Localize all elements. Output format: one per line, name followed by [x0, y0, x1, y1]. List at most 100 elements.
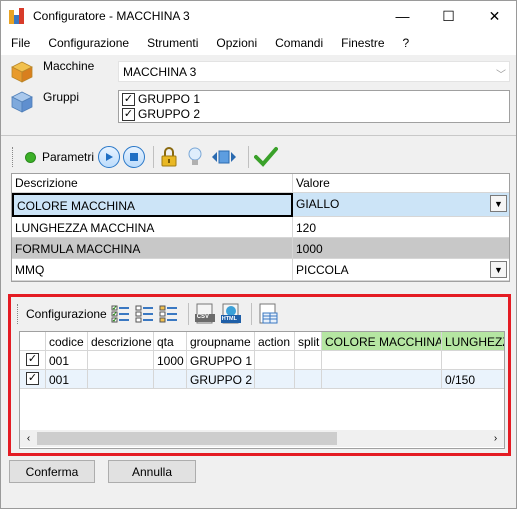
config-grid: codice descrizione qta groupname action …: [19, 331, 505, 449]
column-header-qta[interactable]: qta: [154, 332, 187, 351]
groups-checklist: ✓ GRUPPO 1 ✓ GRUPPO 2: [118, 90, 510, 123]
group-item[interactable]: ✓ GRUPPO 1: [119, 92, 509, 106]
table-row[interactable]: ✓ 001 1000 GRUPPO 1: [20, 351, 504, 370]
param-description[interactable]: LUNGHEZZA MACCHINA: [12, 217, 293, 238]
table-row[interactable]: LUNGHEZZA MACCHINA 120: [12, 217, 509, 238]
config-toolbar: Configurazione CSV HTML: [14, 300, 505, 328]
config-grid-header: codice descrizione qta groupname action …: [20, 332, 504, 351]
scroll-right-icon[interactable]: ›: [487, 433, 504, 444]
column-header-colore-macchina[interactable]: COLORE MACCHINA: [322, 332, 442, 351]
cell-colore-macchina[interactable]: [322, 370, 442, 389]
menu-configurazione[interactable]: Configurazione: [39, 36, 138, 50]
play-button[interactable]: [98, 146, 121, 168]
horizontal-scrollbar[interactable]: ‹ ›: [20, 430, 504, 447]
configuration-inner: Configurazione CSV HTML codice descrizio…: [14, 299, 505, 450]
param-description[interactable]: FORMULA MACCHINA: [12, 238, 293, 259]
cell-split[interactable]: [295, 370, 322, 389]
menu-bar: File Configurazione Strumenti Opzioni Co…: [1, 31, 516, 55]
cancel-button[interactable]: Annulla: [108, 460, 196, 483]
checkmark-icon[interactable]: [254, 146, 279, 168]
group-item[interactable]: ✓ GRUPPO 2: [119, 107, 509, 121]
menu-finestre[interactable]: Finestre: [332, 36, 393, 50]
param-description[interactable]: MMQ: [12, 259, 293, 281]
row-checkbox[interactable]: ✓: [26, 353, 39, 366]
stop-button[interactable]: [123, 146, 146, 168]
lightbulb-icon[interactable]: [185, 146, 205, 168]
cell-qta[interactable]: 1000: [154, 351, 187, 370]
window-title: Configuratore - MACCHINA 3: [33, 9, 190, 23]
column-header-valore[interactable]: Valore: [293, 174, 509, 193]
param-value-text: PICCOLA: [296, 263, 349, 277]
table-row[interactable]: MMQ PICCOLA ▼: [12, 259, 509, 281]
row-checkbox[interactable]: ✓: [26, 372, 39, 385]
column-header-action[interactable]: action: [255, 332, 295, 351]
row-check-cell[interactable]: ✓: [20, 351, 46, 370]
chevron-down-icon[interactable]: ▼: [490, 261, 507, 278]
menu-help[interactable]: ?: [394, 36, 419, 50]
cell-codice[interactable]: 001: [46, 351, 88, 370]
title-bar: Configuratore - MACCHINA 3 — ☐ ✕: [1, 1, 516, 31]
menu-opzioni[interactable]: Opzioni: [207, 36, 266, 50]
cell-descrizione[interactable]: [88, 370, 154, 389]
cell-action[interactable]: [255, 370, 295, 389]
column-header-groupname[interactable]: groupname: [187, 332, 255, 351]
params-toolbar: Parametri: [12, 141, 510, 173]
export-csv-button[interactable]: CSV: [194, 303, 216, 325]
cell-lunghezza[interactable]: [442, 351, 504, 370]
params-label: Parametri: [42, 150, 95, 164]
maximize-button[interactable]: ☐: [426, 1, 471, 31]
checklist-all-icon[interactable]: [111, 304, 131, 324]
param-value[interactable]: 120: [293, 217, 509, 238]
cell-colore-macchina[interactable]: [322, 351, 442, 370]
close-button[interactable]: ✕: [472, 1, 517, 31]
document-grid-icon[interactable]: [257, 303, 279, 325]
menu-file[interactable]: File: [1, 36, 39, 50]
chevron-down-icon[interactable]: ▼: [490, 195, 507, 212]
column-header-descrizione[interactable]: descrizione: [88, 332, 154, 351]
scrollbar-thumb[interactable]: [37, 432, 337, 445]
checkbox-group-1[interactable]: ✓: [122, 92, 135, 106]
split-icon[interactable]: [211, 146, 237, 168]
cell-lunghezza[interactable]: 0/150: [442, 370, 504, 389]
cell-split[interactable]: [295, 351, 322, 370]
menu-comandi[interactable]: Comandi: [266, 36, 332, 50]
scroll-left-icon[interactable]: ‹: [20, 433, 37, 444]
stop-icon: [130, 153, 139, 161]
column-header-lunghezza[interactable]: LUNGHEZZA: [442, 332, 504, 351]
checklist-none-icon[interactable]: [135, 304, 155, 324]
column-header-descrizione[interactable]: Descrizione: [12, 174, 293, 193]
cell-qta[interactable]: [154, 370, 187, 389]
configuration-panel: Configurazione CSV HTML codice descrizio…: [8, 294, 511, 456]
column-header-codice[interactable]: codice: [46, 332, 88, 351]
cell-descrizione[interactable]: [88, 351, 154, 370]
param-description[interactable]: COLORE MACCHINA: [12, 193, 293, 217]
machine-select[interactable]: MACCHINA 3 ﹀: [118, 61, 510, 82]
cell-codice[interactable]: 001: [46, 370, 88, 389]
row-check-cell[interactable]: ✓: [20, 370, 46, 389]
menu-strumenti[interactable]: Strumenti: [138, 36, 207, 50]
param-value[interactable]: PICCOLA ▼: [293, 259, 509, 281]
param-value[interactable]: 1000: [293, 238, 509, 259]
machines-label: Macchine: [43, 59, 95, 73]
cell-groupname[interactable]: GRUPPO 2: [187, 370, 255, 389]
group-item-label: GRUPPO 1: [138, 92, 201, 106]
cell-action[interactable]: [255, 351, 295, 370]
param-value[interactable]: GIALLO ▼: [293, 193, 509, 217]
checklist-invert-icon[interactable]: [159, 304, 179, 324]
lock-icon[interactable]: [159, 146, 179, 168]
confirm-button[interactable]: Conferma: [9, 460, 95, 483]
toolbar-separator: [187, 303, 189, 325]
toolbar-grip[interactable]: [17, 304, 20, 324]
cell-groupname[interactable]: GRUPPO 1: [187, 351, 255, 370]
minimize-button[interactable]: —: [380, 1, 425, 31]
config-label: Configurazione: [26, 307, 107, 321]
chevron-down-icon: ﹀: [496, 70, 506, 81]
status-dot-icon: [25, 151, 36, 163]
table-row[interactable]: ✓ 001 GRUPPO 2 0/150: [20, 370, 504, 389]
toolbar-grip[interactable]: [12, 147, 15, 167]
table-row[interactable]: COLORE MACCHINA GIALLO ▼: [12, 193, 509, 217]
export-html-button[interactable]: HTML: [220, 303, 242, 325]
checkbox-group-2[interactable]: ✓: [122, 107, 135, 121]
table-row[interactable]: FORMULA MACCHINA 1000: [12, 238, 509, 259]
column-header-split[interactable]: split: [295, 332, 322, 351]
